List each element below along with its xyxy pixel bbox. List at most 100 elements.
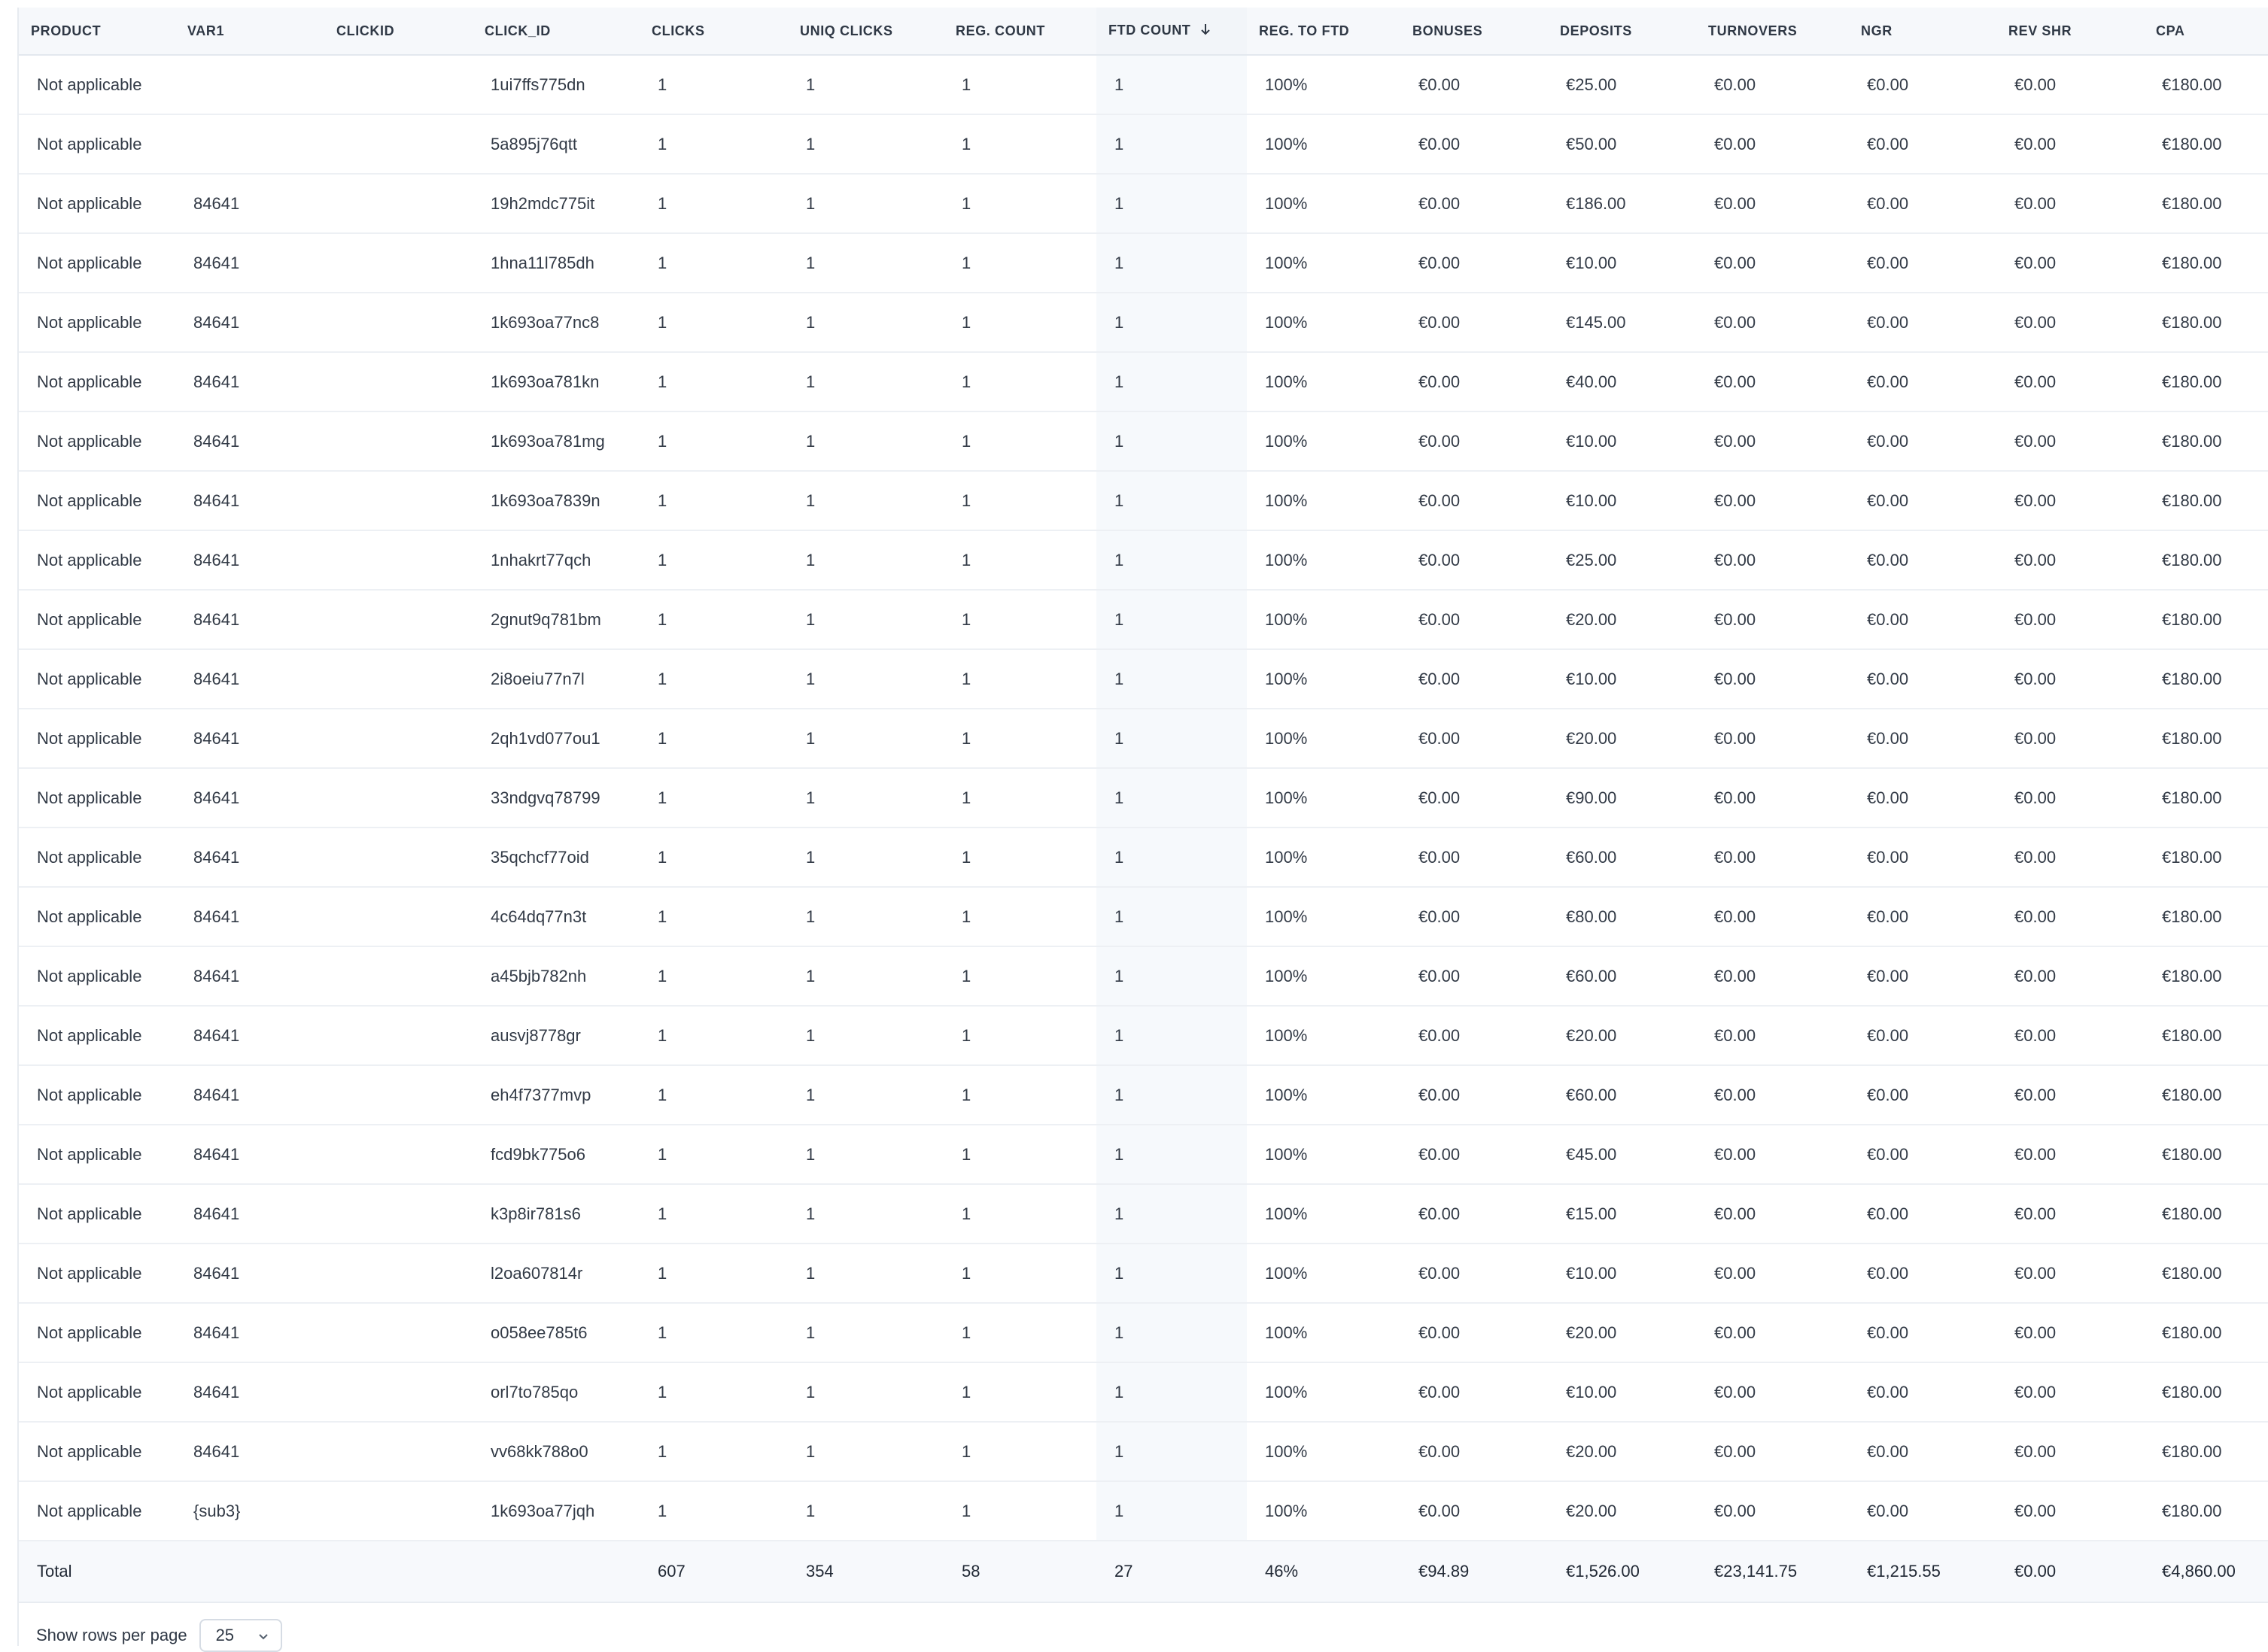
rows-per-page-select[interactable]: 25 — [199, 1619, 282, 1652]
cell-bonuses: €0.00 — [1400, 530, 1548, 591]
table-row: Not applicable 84641 vv68kk788o0 1 1 1 1 100% €0… — [19, 1422, 2268, 1482]
cell-click-id: 1k693oa781mg — [473, 411, 640, 472]
cell-clicks: 1 — [640, 1244, 788, 1304]
column-header-var1[interactable]: VAR1 — [175, 8, 324, 56]
cell-reg-to-ftd: 100% — [1247, 590, 1400, 650]
cell-rev-shr: €0.00 — [1996, 233, 2144, 293]
cell-deposits: €20.00 — [1548, 1006, 1696, 1066]
cell-rev-shr: €0.00 — [1996, 114, 2144, 175]
cell-deposits: €186.00 — [1548, 174, 1696, 234]
cell-reg-to-ftd: 100% — [1247, 1481, 1400, 1541]
cell-ftd-count: 1 — [1096, 114, 1247, 175]
cell-cpa: €180.00 — [2144, 174, 2268, 234]
cell-rev-shr: €0.00 — [1996, 1303, 2144, 1363]
cell-turnovers: €0.00 — [1696, 887, 1849, 947]
cell-var1: 84641 — [175, 768, 324, 828]
column-header-deposits[interactable]: DEPOSITS — [1548, 8, 1696, 56]
table-row: Not applicable 84641 orl7to785qo 1 1 1 1 100% €0… — [19, 1362, 2268, 1423]
cell-ngr: €0.00 — [1849, 55, 1996, 115]
cell-turnovers: €0.00 — [1696, 233, 1849, 293]
cell-reg-count: 1 — [944, 1481, 1096, 1541]
cell-click-id: 1k693oa7839n — [473, 471, 640, 531]
cell-cpa: €180.00 — [2144, 1184, 2268, 1244]
column-header-ftd-count[interactable]: FTD COUNT — [1096, 8, 1247, 56]
cell-clicks: 1 — [640, 828, 788, 888]
table-row: Not applicable 84641 l2oa607814r 1 1 1 1 100% €0… — [19, 1244, 2268, 1304]
cell-bonuses: €0.00 — [1400, 174, 1548, 234]
cell-click-id: a45bjb782nh — [473, 946, 640, 1007]
cell-ftd-count: 1 — [1096, 1006, 1247, 1066]
cell-clickid — [324, 55, 473, 115]
table-row: Not applicable 84641 1nhakrt77qch 1 1 1 1 100% €… — [19, 530, 2268, 591]
column-header-click-id[interactable]: CLICK_ID — [473, 8, 640, 56]
cell-click-id: o058ee785t6 — [473, 1303, 640, 1363]
cell-deposits: €25.00 — [1548, 55, 1696, 115]
cell-deposits: €10.00 — [1548, 411, 1696, 472]
cell-var1: 84641 — [175, 1303, 324, 1363]
cell-deposits: €40.00 — [1548, 352, 1696, 412]
cell-rev-shr: €0.00 — [1996, 55, 2144, 115]
cell-clicks: 1 — [640, 709, 788, 769]
cell-clickid — [324, 471, 473, 531]
column-header-reg-to-ftd[interactable]: REG. TO FTD — [1247, 8, 1400, 56]
column-header-product[interactable]: PRODUCT — [19, 8, 175, 56]
column-header-turnovers[interactable]: TURNOVERS — [1696, 8, 1849, 56]
column-header-cpa[interactable]: CPA — [2144, 8, 2268, 56]
cell-var1: 84641 — [175, 1244, 324, 1304]
cell-var1: 84641 — [175, 352, 324, 412]
cell-turnovers: €0.00 — [1696, 293, 1849, 353]
cell-product: Not applicable — [19, 768, 175, 828]
cell-bonuses: €0.00 — [1400, 828, 1548, 888]
column-header-label: PRODUCT — [31, 23, 102, 38]
cell-clickid — [324, 174, 473, 234]
table-row: Not applicable 84641 1k693oa781kn 1 1 1 1 100% €… — [19, 352, 2268, 412]
column-header-uniq-clicks[interactable]: UNIQ CLICKS — [788, 8, 944, 56]
cell-clicks: 1 — [640, 946, 788, 1007]
cell-ngr: €0.00 — [1849, 1422, 1996, 1482]
column-header-ngr[interactable]: NGR — [1849, 8, 1996, 56]
cell-var1: 84641 — [175, 1422, 324, 1482]
arrow-down-icon[interactable] — [1199, 23, 1212, 40]
cell-rev-shr: €0.00 — [1996, 293, 2144, 353]
column-header-bonuses[interactable]: BONUSES — [1400, 8, 1548, 56]
cell-rev-shr: €0.00 — [1996, 828, 2144, 888]
cell-deposits: €145.00 — [1548, 293, 1696, 353]
cell-click-id: fcd9bk775o6 — [473, 1125, 640, 1185]
cell-bonuses: €0.00 — [1400, 1362, 1548, 1423]
cell-reg-count: 1 — [944, 1125, 1096, 1185]
cell-ngr: €0.00 — [1849, 1006, 1996, 1066]
cell-clickid — [324, 1006, 473, 1066]
cell-deposits: €10.00 — [1548, 471, 1696, 531]
cell-ngr: €0.00 — [1849, 233, 1996, 293]
cell-product: Not applicable — [19, 352, 175, 412]
pagination: Show rows per page 25 — [36, 1619, 282, 1652]
cell-rev-shr: €0.00 — [1996, 1422, 2144, 1482]
cell-product: Not applicable — [19, 1244, 175, 1304]
cell-var1: 84641 — [175, 471, 324, 531]
column-header-clickid[interactable]: CLICKID — [324, 8, 473, 56]
cell-clicks: 1 — [640, 768, 788, 828]
cell-click-id: vv68kk788o0 — [473, 1422, 640, 1482]
cell-cpa: €180.00 — [2144, 530, 2268, 591]
cell-ftd-count: 1 — [1096, 1125, 1247, 1185]
column-header-clicks[interactable]: CLICKS — [640, 8, 788, 56]
cell-rev-shr: €0.00 — [1996, 1125, 2144, 1185]
table-row: Not applicable 84641 1k693oa7839n 1 1 1 1 100% €… — [19, 471, 2268, 531]
column-header-rev-shr[interactable]: REV SHR — [1996, 8, 2144, 56]
cell-clickid — [324, 530, 473, 591]
table-row: Not applicable 84641 2gnut9q781bm 1 1 1 1 100% €… — [19, 590, 2268, 650]
cell-reg-count: 1 — [944, 1184, 1096, 1244]
cell-click-id: l2oa607814r — [473, 1244, 640, 1304]
cell-reg-to-ftd: 100% — [1247, 1244, 1400, 1304]
cell-rev-shr: €0.00 — [1996, 174, 2144, 234]
rows-per-page-label: Show rows per page — [36, 1626, 187, 1644]
cell-bonuses: €0.00 — [1400, 471, 1548, 531]
table-row: Not applicable 84641 ausvj8778gr 1 1 1 1 100% €0… — [19, 1006, 2268, 1066]
cell-reg-to-ftd: 100% — [1247, 1006, 1400, 1066]
cell-clickid — [324, 1303, 473, 1363]
cell-product: Not applicable — [19, 1422, 175, 1482]
cell-ftd-count: 1 — [1096, 590, 1247, 650]
column-header-reg-count[interactable]: REG. COUNT — [944, 8, 1096, 56]
report-page: PRODUCT VAR1 CLICKID CLICK_ID CLICKS UNIQ CLI… — [0, 0, 2268, 1652]
total-deposits: €1,526.00 — [1548, 1541, 1696, 1603]
